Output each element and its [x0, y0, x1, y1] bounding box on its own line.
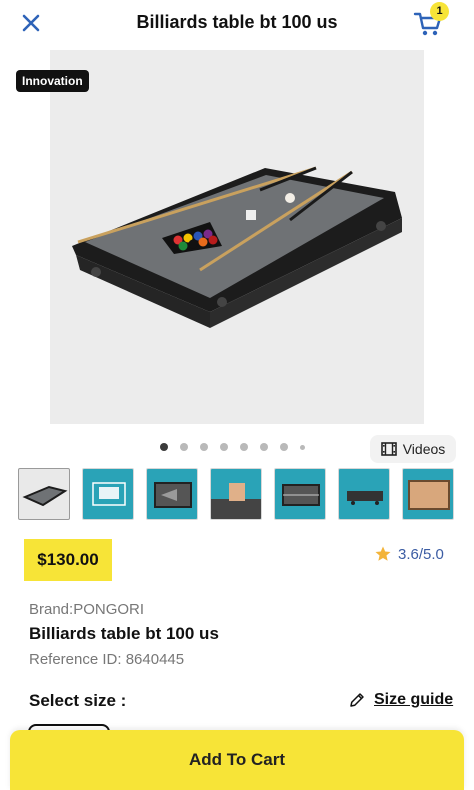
size-guide-link[interactable]: Size guide	[348, 691, 453, 709]
select-size-label: Select size :	[29, 691, 127, 710]
thumbnail-table-image	[22, 485, 68, 507]
product-name: Billiards table bt 100 us	[29, 624, 219, 643]
star-icon	[375, 546, 391, 561]
top-bar: Billiards table bt 100 us 1	[0, 0, 474, 46]
reference-id: Reference ID: 8640445	[29, 651, 185, 668]
thumbnail[interactable]	[402, 468, 454, 520]
videos-button[interactable]: Videos	[370, 435, 456, 463]
thumbnail-strip	[18, 468, 458, 522]
thumbnail[interactable]	[82, 468, 134, 520]
thumbnail-folded-image	[282, 484, 320, 506]
carousel-dot[interactable]	[200, 443, 208, 451]
carousel-dot[interactable]	[260, 443, 268, 451]
thumbnail-handle-image	[211, 483, 261, 519]
size-guide-label: Size guide	[374, 691, 454, 708]
close-icon	[22, 14, 40, 32]
thumbnail[interactable]	[338, 468, 390, 520]
rating[interactable]: 3.6/5.0	[374, 545, 444, 563]
thumbnail[interactable]	[274, 468, 326, 520]
carousel-dot[interactable]	[180, 443, 188, 451]
thumbnail[interactable]	[146, 468, 198, 520]
carousel-dot[interactable]	[240, 443, 248, 451]
price-tag: $130.00	[24, 539, 112, 581]
add-to-cart-button[interactable]: Add To Cart	[10, 730, 464, 790]
thumbnail-wood-image	[408, 480, 450, 510]
thumbnail[interactable]	[18, 468, 70, 520]
thumbnail-topview-image	[154, 482, 192, 508]
carousel-dot[interactable]	[300, 444, 305, 450]
product-main-image[interactable]	[50, 50, 424, 424]
innovation-badge: Innovation	[16, 70, 89, 92]
page-title: Billiards table bt 100 us	[136, 12, 338, 32]
rating-value: 3.6/5.0	[398, 545, 444, 563]
pencil-icon	[350, 693, 364, 707]
close-button[interactable]	[18, 10, 44, 36]
cart-count-badge: 1	[430, 2, 449, 21]
thumbnail-dimensions-image	[92, 482, 126, 506]
carousel-dot[interactable]	[280, 443, 288, 451]
thumbnail-side-image	[347, 491, 383, 505]
billiards-table-image	[72, 166, 402, 328]
carousel-dot[interactable]	[220, 443, 228, 451]
videos-label: Videos	[402, 441, 446, 457]
thumbnail[interactable]	[210, 468, 262, 520]
film-icon	[380, 442, 397, 456]
brand-label: Brand:PONGORI	[29, 601, 145, 618]
carousel-dot[interactable]	[160, 443, 168, 451]
carousel-dots	[160, 443, 317, 451]
